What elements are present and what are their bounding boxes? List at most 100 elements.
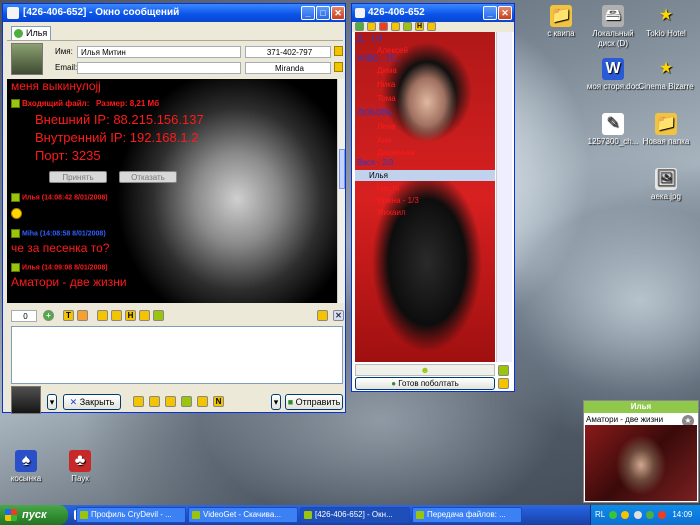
desktop-icon-spider[interactable]: ♣ Паук [50, 450, 110, 484]
taskbar-item-videoget[interactable]: VideoGet - Скачива... [188, 507, 298, 523]
user-info-icon[interactable] [139, 310, 150, 321]
taskbar-item-file-transfer[interactable]: Передача файлов: ... [412, 507, 522, 523]
minimize-button[interactable]: _ [483, 6, 497, 20]
desktop-icon-image-jpg[interactable]: 🖼 аека.jpg [636, 168, 696, 202]
taskbar-item-profile[interactable]: Профиль CryDevil - ... [76, 507, 186, 523]
list-item[interactable]: Дима [377, 66, 397, 75]
file-icon[interactable] [111, 310, 122, 321]
menu-dropdown-button[interactable]: ▾ [47, 394, 57, 410]
contact-group[interactable]: Вася - 2/3 [357, 158, 393, 167]
language-indicator[interactable]: RL [595, 510, 605, 519]
contact-list-title: 426-406-652 [368, 7, 425, 18]
plugins-icon[interactable] [427, 22, 436, 31]
email-field[interactable] [77, 62, 241, 74]
list-item[interactable]: Аня [377, 136, 391, 145]
send-options-dropdown[interactable]: ▾ [271, 394, 281, 410]
tool-icon-5[interactable] [197, 396, 208, 407]
maximize-button[interactable]: □ [316, 6, 330, 20]
list-item[interactable]: Ирина - 1/3 [377, 196, 419, 205]
desktop-icon-label: Паук [71, 474, 89, 483]
add-contact-icon[interactable] [403, 22, 412, 31]
drive-icon: 🖴 [602, 5, 624, 27]
tray-icon-3[interactable] [633, 510, 642, 519]
contact-list-scrollbar[interactable] [496, 32, 512, 362]
send-button[interactable]: ■ Отправить [285, 394, 343, 410]
desktop-icon-disk-d[interactable]: 🖴 Локальный диск (D) [583, 5, 643, 49]
history-icon[interactable]: H [125, 310, 136, 321]
list-item[interactable]: Тома [377, 94, 396, 103]
list-item[interactable]: Дашенька [377, 148, 414, 157]
tray-icon-2[interactable] [621, 510, 630, 519]
desktop-icon-new-folder[interactable]: 📁 Новая папка [636, 113, 696, 147]
desktop-icon-tokio-hotel[interactable]: ★ Tokio Hotel [636, 5, 696, 39]
message-window: [426-406-652] - Окно сообщений _ □ ✕ Иль… [2, 3, 346, 414]
send-file-icon[interactable] [153, 310, 164, 321]
contact-list-titlebar[interactable]: 426-406-652 _ ✕ [352, 4, 514, 22]
phone-field[interactable]: 371-402-797 [245, 46, 331, 58]
contact-group[interactable]: ЛЮБОВЬ [357, 108, 392, 117]
list-item[interactable]: Настя [377, 184, 399, 193]
desktop: 📁 с квипа 🖴 Локальный диск (D) ★ Tokio Hote… [0, 0, 700, 505]
options-icon[interactable] [317, 310, 328, 321]
close-window-button[interactable]: ✕ [331, 6, 345, 20]
contact-group[interactable]: Д... 1/3 [357, 34, 382, 43]
text-format-icon[interactable]: T [63, 310, 74, 321]
desktop-icon-label: 1257300_ch... [587, 137, 639, 146]
add-icon[interactable]: + [43, 310, 54, 321]
list-item[interactable]: Ника [377, 80, 395, 89]
close-tab-icon[interactable]: ✕ [333, 310, 344, 321]
close-window-button[interactable]: ✕ [498, 6, 512, 20]
decline-file-button[interactable]: Отказать [119, 171, 177, 183]
desktop-icon-folder-kvip[interactable]: 📁 с квипа [531, 5, 591, 39]
start-button[interactable]: пуск [0, 505, 68, 525]
desktop-icon-solitaire[interactable]: ♠ косынка [0, 450, 56, 484]
minimize-button[interactable]: _ [301, 6, 315, 20]
tray-icon-4[interactable] [645, 510, 654, 519]
desktop-icon-story-doc[interactable]: Wмоя сторя.doc [583, 58, 643, 92]
my-avatar [11, 386, 41, 414]
desktop-icon-cinema-bizarre[interactable]: ★ Cinema Bizarre [636, 58, 696, 92]
tray-icon-5[interactable] [658, 510, 667, 519]
desktop-icon-label: Tokio Hotel [646, 29, 686, 38]
bottom-bar: ▾ ✕ Закрыть N ▾ ■ Отправить [7, 386, 345, 414]
help-icon[interactable]: H [415, 22, 424, 31]
message-popup[interactable]: Илья Аматори - две жизни ★ [583, 400, 699, 503]
accept-file-button[interactable]: Принять [49, 171, 107, 183]
tray-icon-qip[interactable] [609, 510, 618, 519]
info-icon[interactable] [334, 62, 343, 72]
tab-ilya[interactable]: Илья [11, 26, 51, 40]
lock-icon[interactable] [334, 46, 343, 56]
taskbar-item-message-window[interactable]: [426-406-652] - Окн... [300, 507, 410, 523]
private-status-icon[interactable] [498, 378, 509, 389]
name-field[interactable]: Илья Митин [77, 46, 241, 58]
status-menu-icon[interactable] [498, 365, 509, 376]
contact-list-window: 426-406-652 _ ✕ H Д... 1/3 ИЗВО...TE... … [351, 3, 515, 392]
app-icon [192, 511, 200, 519]
message-window-titlebar[interactable]: [426-406-652] - Окно сообщений _ □ ✕ [3, 4, 345, 22]
search-icon[interactable] [379, 22, 388, 31]
selected-contact[interactable]: Илья [355, 170, 495, 181]
status-button[interactable]: ● Готов поболтать [355, 377, 495, 390]
scrollbar-thumb[interactable] [339, 149, 345, 189]
status-icon[interactable] [355, 22, 364, 31]
list-item[interactable]: Лена [377, 122, 396, 131]
smiley-picker-icon[interactable] [97, 310, 108, 321]
settings-icon[interactable] [367, 22, 376, 31]
desktop-icon-file-1257300[interactable]: ✎ 1257300_ch... [583, 113, 643, 147]
color-icon[interactable] [77, 310, 88, 321]
list-item[interactable]: Михаил [377, 208, 406, 217]
folder-icon: 📁 [550, 5, 572, 27]
notes-icon[interactable]: N [213, 396, 224, 407]
main-menu-button[interactable]: ☻ [355, 364, 495, 376]
contact-group[interactable]: ИЗВО...TE... [357, 54, 402, 63]
message-input[interactable] [11, 326, 343, 384]
tool-icon-2[interactable] [149, 396, 160, 407]
tool-icon-3[interactable] [165, 396, 176, 407]
tool-icon-1[interactable] [133, 396, 144, 407]
chat-message-text: меня выкинулоjj [11, 79, 101, 93]
tool-icon-4[interactable] [181, 396, 192, 407]
chat-scrollbar[interactable] [337, 79, 345, 303]
close-button[interactable]: ✕ Закрыть [63, 394, 121, 410]
history-icon[interactable] [391, 22, 400, 31]
list-item[interactable]: Алексей [377, 46, 408, 55]
